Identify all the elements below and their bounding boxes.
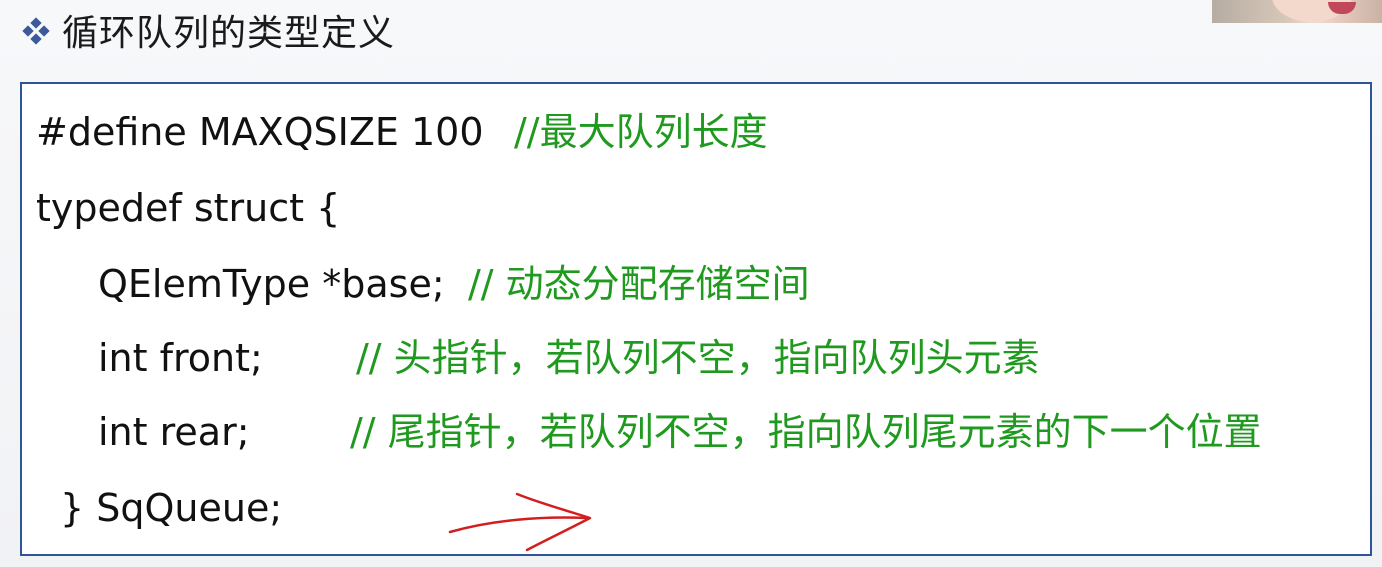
code-comment: // 尾指针，若队列不空，指向队列尾元素的下一个位置 <box>350 410 1262 454</box>
code-comment: // 头指针，若队列不空，指向队列头元素 <box>356 336 1040 380</box>
diamond-bullet-icon <box>22 17 50 45</box>
code-text: } SqQueue; <box>60 486 283 530</box>
webcam-overlay <box>1212 0 1382 23</box>
code-text: typedef struct { <box>36 186 341 230</box>
code-text: #define MAXQSIZE 100 <box>36 110 484 154</box>
code-comment: // 动态分配存储空间 <box>468 262 810 306</box>
code-box: #define MAXQSIZE 100 //最大队列长度 typedef st… <box>20 82 1372 556</box>
code-comment: //最大队列长度 <box>514 110 768 154</box>
code-line-rear: int rear; // 尾指针，若队列不空，指向队列尾元素的下一个位置 <box>98 408 1262 456</box>
code-line-base: QElemType *base; // 动态分配存储空间 <box>98 260 810 308</box>
code-text: QElemType *base; <box>98 262 445 306</box>
code-text: int rear; <box>98 410 250 454</box>
code-line-front: int front; // 头指针，若队列不空，指向队列头元素 <box>98 334 1040 382</box>
code-line-define: #define MAXQSIZE 100 //最大队列长度 <box>36 108 768 156</box>
code-line-typedef: typedef struct { <box>36 184 340 232</box>
code-text: int front; <box>98 336 263 380</box>
slide: 循环队列的类型定义 #define MAXQSIZE 100 //最大队列长度 … <box>0 0 1382 567</box>
slide-header: 循环队列的类型定义 <box>22 2 396 58</box>
code-line-sqqueue: } SqQueue; <box>60 484 282 532</box>
slide-title: 循环队列的类型定义 <box>62 13 396 54</box>
